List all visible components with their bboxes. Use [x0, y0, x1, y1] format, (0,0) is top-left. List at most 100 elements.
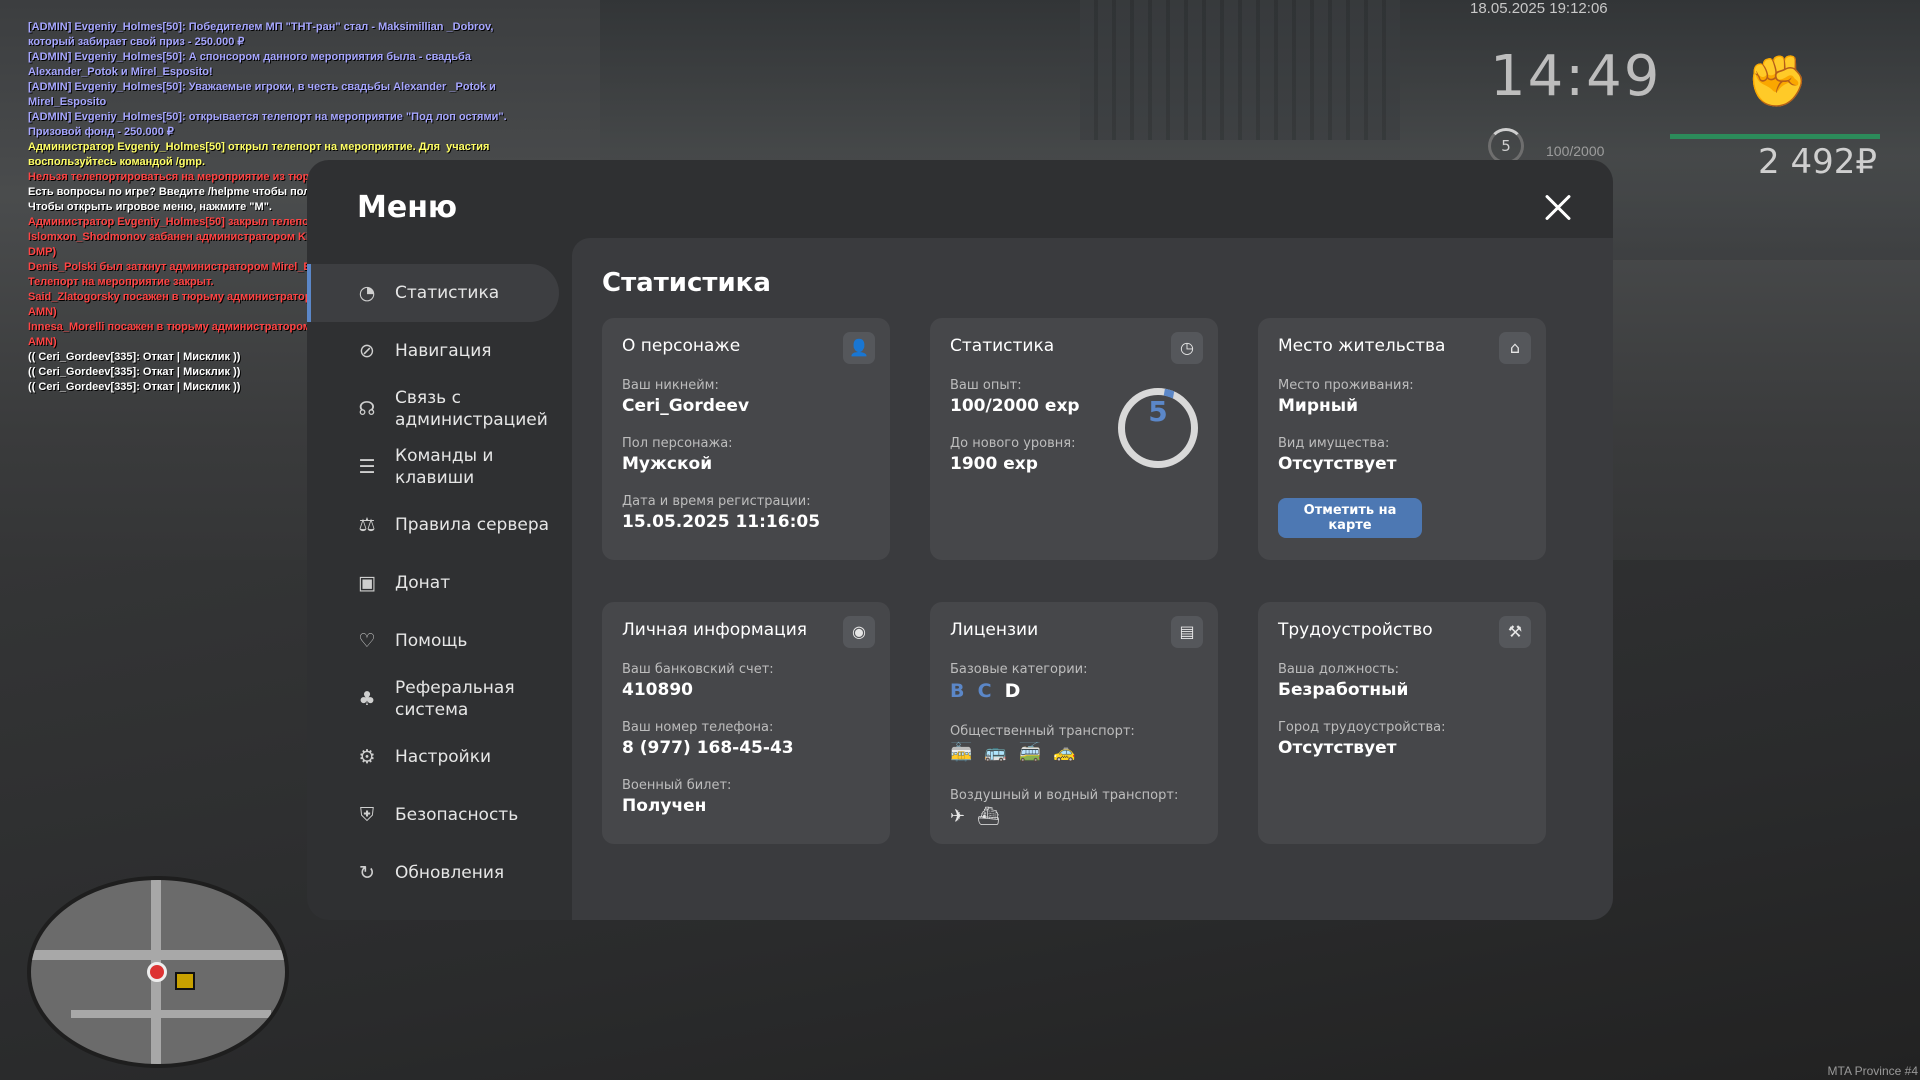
sidebar-item-label: Статистика	[395, 283, 500, 303]
card-title: Лицензии	[950, 620, 1039, 640]
sidebar-item-11[interactable]: ↻ Обновления	[307, 844, 567, 902]
air-water-transport-icons: ✈⛴	[950, 806, 1012, 827]
sidebar-item-6[interactable]: ▣ Донат	[307, 554, 567, 612]
sidebar-item-label: Правила сервера	[395, 515, 550, 535]
license-category: B	[950, 680, 965, 702]
sidebar-item-9[interactable]: ⚙ Настройки	[307, 728, 567, 786]
card-employment: Трудоустройство ⚒ Ваша должность: Безраб…	[1258, 602, 1546, 844]
map-marker-icon	[175, 972, 195, 990]
job-city-value: Отсутствует	[1278, 738, 1397, 758]
air-water-transport-label: Воздушный и водный транспорт:	[950, 788, 1179, 803]
hud-exp: 100/2000	[1546, 143, 1605, 159]
id-badge-icon: ◉	[843, 616, 875, 648]
card-title: Личная информация	[622, 620, 808, 640]
exp-value: 100/2000 exp	[950, 396, 1080, 416]
sidebar-item-label: Команды и клавиши	[395, 446, 494, 488]
property-label: Вид имущества:	[1278, 436, 1390, 451]
hud-clock: 14:49	[1490, 44, 1662, 109]
menu-title: Меню	[357, 190, 458, 225]
sidebar-item-4[interactable]: ☰ Команды и клавиши	[307, 438, 567, 496]
document-list-icon: ☰	[358, 456, 376, 478]
tram-icon: 🚋	[950, 742, 985, 763]
trolleybus-icon: 🚎	[1018, 742, 1054, 763]
server-watermark: MTA Province #4	[1827, 1064, 1918, 1078]
people-icon: ♣	[358, 688, 376, 710]
card-residence: Место жительства ⌂ Место проживания: Мир…	[1258, 318, 1546, 560]
sidebar-item-label: Настройки	[395, 747, 492, 767]
level-number: 5	[1148, 395, 1168, 428]
sidebar-item-label: Реферальная система	[395, 678, 515, 720]
military-value: Получен	[622, 796, 707, 816]
sidebar-item-label: Помощь	[395, 631, 468, 651]
hud-date: 18.05.2025 19:12:06	[1470, 0, 1608, 17]
nickname-label: Ваш никнейм:	[622, 378, 719, 393]
phone-label: Ваш номер телефона:	[622, 720, 774, 735]
sidebar-item-10[interactable]: ⛨ Безопасность	[307, 786, 567, 844]
card-character: О персонаже 👤 Ваш никнейм: Ceri_Gordeev …	[602, 318, 890, 560]
gender-value: Мужской	[622, 454, 713, 474]
game-menu: Меню ◔ Статистика ⊘ Навигация ☊ Связь с админ…	[307, 160, 1613, 920]
compass-icon: ⊘	[359, 340, 375, 362]
bank-label: Ваш банковский счет:	[622, 662, 774, 677]
chat-message: [ADMIN] Evgeniy_Holmes[50]: А спонсором …	[28, 51, 478, 78]
plane-icon: ✈	[950, 806, 978, 827]
minimap	[27, 876, 289, 1068]
sidebar-item-label: Связь с администрацией	[395, 388, 548, 430]
property-value: Отсутствует	[1278, 454, 1397, 474]
license-category: C	[977, 680, 992, 702]
license-category: D	[1004, 680, 1021, 702]
military-label: Военный билет:	[622, 778, 732, 793]
card-title: Статистика	[950, 336, 1055, 356]
gear-icon: ⚙	[358, 746, 376, 768]
sidebar-item-1[interactable]: ◔ Статистика	[307, 264, 559, 322]
next-level-label: До нового уровня:	[950, 436, 1076, 451]
card-title: О персонаже	[622, 336, 741, 356]
sidebar-item-5[interactable]: ⚖ Правила сервера	[307, 496, 567, 554]
hammer-icon: ⚒	[1499, 616, 1531, 648]
position-label: Ваша должность:	[1278, 662, 1400, 677]
residence-value: Мирный	[1278, 396, 1359, 416]
fist-icon: ✊	[1746, 52, 1809, 110]
scales-icon: ⚖	[358, 514, 376, 536]
health-bar	[1670, 134, 1880, 139]
taxi-icon: 🚕	[1053, 742, 1088, 763]
refresh-check-icon: ↻	[359, 862, 375, 884]
menu-sidebar: ◔ Статистика ⊘ Навигация ☊ Связь с администра…	[307, 264, 567, 902]
job-city-label: Город трудоустройства:	[1278, 720, 1446, 735]
sidebar-item-8[interactable]: ♣ Реферальная система	[307, 670, 567, 728]
registration-label: Дата и время регистрации:	[622, 494, 811, 509]
clock-pie-icon: ◷	[1171, 332, 1203, 364]
position-value: Безработный	[1278, 680, 1409, 700]
hud-level: 5	[1488, 128, 1524, 164]
base-categories-label: Базовые категории:	[950, 662, 1088, 677]
card-title: Трудоустройство	[1278, 620, 1433, 640]
headset-icon: ☊	[358, 398, 376, 420]
card-personal-info: Личная информация ◉ Ваш банковский счет:…	[602, 602, 890, 844]
close-icon[interactable]	[1539, 188, 1579, 228]
chat-message: [ADMIN] Evgeniy_Holmes[50]: Победителем …	[28, 21, 497, 48]
public-transport-label: Общественный транспорт:	[950, 724, 1135, 739]
bus-icon: 🚌	[984, 742, 1019, 763]
shield-icon: ⛨	[359, 804, 375, 826]
stats-panel: Статистика О персонаже 👤 Ваш никнейм: Ce…	[572, 238, 1613, 920]
phone-value: 8 (977) 168-45-43	[622, 738, 794, 758]
license-categories: B C D	[950, 680, 1028, 702]
player-marker-icon	[147, 962, 167, 982]
sidebar-item-3[interactable]: ☊ Связь с администрацией	[307, 380, 567, 438]
gender-label: Пол персонажа:	[622, 436, 733, 451]
public-transport-icons: 🚋🚌🚎🚕	[950, 742, 1088, 763]
sidebar-item-7[interactable]: ♡ Помощь	[307, 612, 567, 670]
sidebar-item-2[interactable]: ⊘ Навигация	[307, 322, 567, 380]
residence-label: Место проживания:	[1278, 378, 1414, 393]
wallet-icon: ▣	[358, 572, 376, 594]
hud-money: 2 492₽	[1758, 142, 1877, 182]
sidebar-item-label: Навигация	[395, 341, 492, 361]
mark-on-map-button[interactable]: Отметить на карте	[1278, 498, 1422, 538]
registration-value: 15.05.2025 11:16:05	[622, 512, 821, 532]
user-icon: 👤	[843, 332, 875, 364]
background-skyscraper	[1080, 0, 1400, 140]
pie-chart-icon: ◔	[358, 282, 376, 304]
sidebar-item-label: Безопасность	[395, 805, 519, 825]
chat-message: [ADMIN] Evgeniy_Holmes[50]: Уважаемые иг…	[28, 81, 499, 108]
handshake-heart-icon: ♡	[358, 630, 376, 652]
